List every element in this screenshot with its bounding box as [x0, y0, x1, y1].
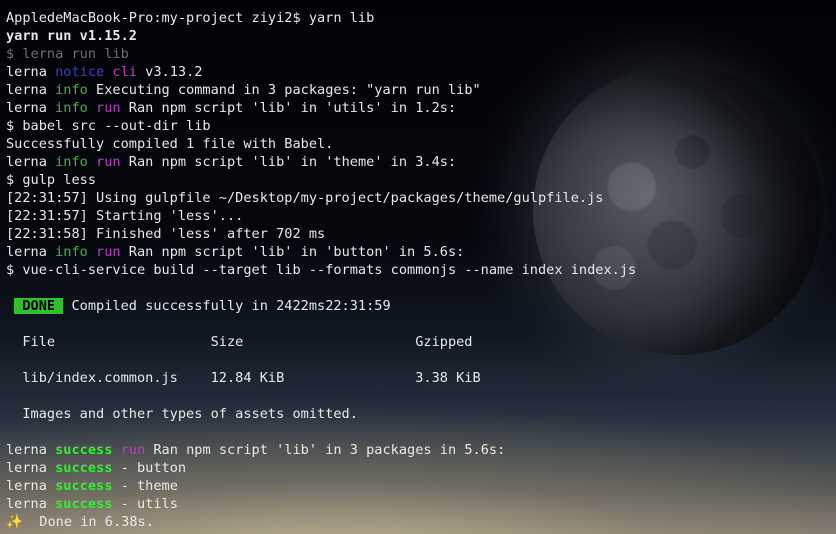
terminal-line: lerna info Executing command in 3 packag… [6, 81, 836, 99]
terminal-line: [22:31:58] Finished 'less' after 702 ms [6, 225, 836, 243]
terminal-text-segment: $ vue-cli-service build --target lib --f… [6, 262, 637, 278]
terminal-text-segment: lib/index.common.js 12.84 KiB 3.38 KiB [6, 370, 481, 386]
terminal-text-segment: lerna [6, 478, 56, 494]
terminal-text-segment: run [96, 154, 121, 170]
terminal-text-segment: lerna [6, 244, 56, 260]
terminal-text-segment: notice [55, 64, 105, 80]
terminal-text-segment: run [96, 244, 121, 260]
terminal-line: Images and other types of assets omitted… [6, 405, 836, 423]
terminal-text-segment: Executing command in 3 packages: "yarn r… [87, 82, 481, 98]
terminal-text-segment: ✨ Done in 6.38s. [6, 514, 154, 530]
scrollbar[interactable] [822, 0, 836, 534]
terminal-line: $ lerna run lib [6, 45, 836, 63]
terminal-text-segment: v3.13.2 [136, 64, 203, 80]
terminal-text-segment: - theme [112, 478, 178, 494]
terminal-line: lerna success - theme [6, 477, 836, 495]
terminal-text-segment: lerna [6, 100, 56, 116]
terminal-text-segment: File Size Gzipped [6, 334, 473, 350]
terminal-line: lerna success run Ran npm script 'lib' i… [6, 441, 836, 459]
terminal-text-segment: run [96, 100, 121, 116]
terminal-text-segment: Ran npm script 'lib' in 3 packages in 5.… [145, 442, 506, 458]
terminal-text-segment: [22:31:58] Finished 'less' after 702 ms [6, 226, 326, 242]
terminal-text-segment: Ran npm script 'lib' in 'utils' in 1.2s: [120, 100, 457, 116]
scroll-thumb[interactable] [827, 4, 833, 124]
terminal-line: $ vue-cli-service build --target lib --f… [6, 261, 836, 279]
terminal-text-segment: lerna [6, 154, 56, 170]
terminal-text-segment: $ lerna run lib [6, 46, 129, 62]
terminal-output[interactable]: AppledeMacBook-Pro:my-project ziyi2$ yar… [6, 9, 836, 531]
terminal-text-segment: info [55, 244, 88, 260]
terminal-line: Successfully compiled 1 file with Babel. [6, 135, 836, 153]
terminal-text-segment: - utils [112, 496, 178, 512]
terminal-line: lib/index.common.js 12.84 KiB 3.38 KiB [6, 369, 836, 387]
terminal-line: lerna success - button [6, 459, 836, 477]
terminal-line: lerna info run Ran npm script 'lib' in '… [6, 243, 836, 261]
terminal-text-segment: info [55, 82, 88, 98]
terminal-text-segment: Ran npm script 'lib' in 'theme' in 3.4s: [120, 154, 457, 170]
terminal-text-segment: success [55, 496, 113, 512]
terminal-line: AppledeMacBook-Pro:my-project ziyi2$ yar… [6, 9, 836, 27]
terminal-text-segment: lerna [6, 442, 56, 458]
terminal-text-segment: Compiled successfully in 2422ms22:31:59 [63, 298, 391, 314]
terminal-text-segment: lerna [6, 82, 56, 98]
terminal-text-segment: Ran npm script 'lib' in 'button' in 5.6s… [120, 244, 465, 260]
terminal-line: $ babel src --out-dir lib [6, 117, 836, 135]
terminal-text-segment: $ gulp less [6, 172, 97, 188]
terminal-text-segment: lerna [6, 64, 56, 80]
terminal-text-segment: Successfully compiled 1 file with Babel. [6, 136, 334, 152]
terminal-line: [22:31:57] Starting 'less'... [6, 207, 836, 225]
terminal-text-segment: lerna [6, 460, 56, 476]
terminal-text-segment: success [55, 478, 113, 494]
terminal-text-segment: success [55, 442, 113, 458]
terminal-line: lerna info run Ran npm script 'lib' in '… [6, 153, 836, 171]
terminal-line: DONE Compiled successfully in 2422ms22:3… [6, 297, 836, 315]
terminal-line: lerna info run Ran npm script 'lib' in '… [6, 99, 836, 117]
terminal-text-segment: run [120, 442, 146, 458]
terminal-window[interactable]: AppledeMacBook-Pro:my-project ziyi2$ yar… [0, 0, 836, 534]
done-badge: DONE [14, 298, 64, 314]
terminal-line: ✨ Done in 6.38s. [6, 513, 836, 531]
terminal-text-segment: $ babel src --out-dir lib [6, 118, 211, 134]
terminal-text-segment: info [55, 154, 88, 170]
terminal-line: [22:31:57] Using gulpfile ~/Desktop/my-p… [6, 189, 836, 207]
terminal-text-segment: AppledeMacBook-Pro:my-project ziyi2$ yar… [6, 10, 375, 26]
terminal-text-segment: success [55, 460, 113, 476]
terminal-line: File Size Gzipped [6, 333, 836, 351]
terminal-text-segment: info [55, 100, 88, 116]
terminal-text-segment: [22:31:57] Starting 'less'... [6, 208, 244, 224]
terminal-text-segment: - button [112, 460, 187, 476]
terminal-line: $ gulp less [6, 171, 836, 189]
terminal-text-segment: Images and other types of assets omitted… [6, 406, 358, 422]
terminal-line: yarn run v1.15.2 [6, 27, 836, 45]
terminal-line: lerna success - utils [6, 495, 836, 513]
terminal-text-segment: lerna [6, 496, 56, 512]
terminal-line: lerna notice cli v3.13.2 [6, 63, 836, 81]
terminal-text-segment: cli [112, 64, 137, 80]
terminal-text-segment: yarn run v1.15.2 [6, 28, 137, 44]
terminal-text-segment: [22:31:57] Using gulpfile ~/Desktop/my-p… [6, 190, 604, 206]
